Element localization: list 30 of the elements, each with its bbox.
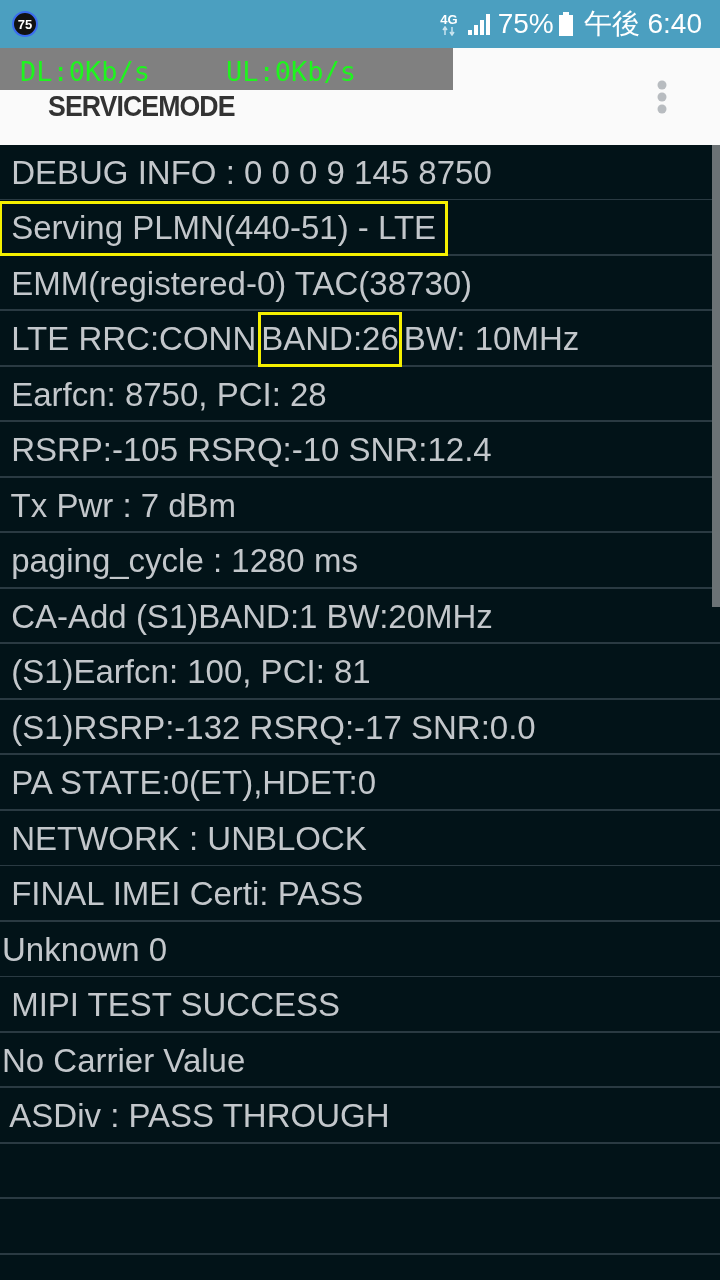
info-text: PA STATE:0(ET),HDET:0 [10,763,378,804]
upload-speed: UL:0Kb/s [226,55,357,89]
info-text: ASDiv : PASS THROUGH [8,1096,391,1137]
notification-badge: 75 [12,11,38,37]
info-text: BW: 10MHz [402,319,581,360]
network-type: 4G [440,12,458,26]
download-speed: DL:0Kb/s [20,55,151,89]
clock: 午後 6:40 [583,7,702,41]
info-text: DEBUG INFO : 0 0 0 9 145 8750 [10,152,493,193]
info-text: LTE RRC:CONN [10,319,258,360]
info-text: (S1)RSRP:-132 RSRQ:-17 SNR:0.0 [10,707,537,748]
info-text: Earfcn: 8750, PCI: 28 [10,374,328,415]
info-text: FINAL IMEI Certi: PASS [10,874,365,915]
data-arrows-icon [442,25,456,36]
app-title: SERVICEMODE [48,90,235,123]
highlighted-info-text: Serving PLMN(440-51) - LTE [0,200,449,256]
info-text: paging_cycle : 1280 ms [10,541,359,582]
info-text: Unknown 0 [1,929,169,970]
battery-percent: 75% [497,8,554,40]
info-text: (S1)Earfcn: 100, PCI: 81 [10,652,372,693]
info-text: EMM(registered-0) TAC(38730) [10,263,474,304]
info-text: CA-Add (S1)BAND:1 BW:20MHz [10,596,494,637]
info-text: MIPI TEST SUCCESS [10,985,342,1026]
highlighted-info-text: BAND:26 [258,311,402,367]
info-text: No Carrier Value [1,1040,247,1081]
battery-icon [557,11,574,37]
info-text: RSRP:-105 RSRQ:-10 SNR:12.4 [10,430,493,471]
info-text: NETWORK : UNBLOCK [10,818,368,859]
more-menu-icon[interactable] [656,80,668,114]
info-text: Tx Pwr : 7 dBm [9,485,238,526]
